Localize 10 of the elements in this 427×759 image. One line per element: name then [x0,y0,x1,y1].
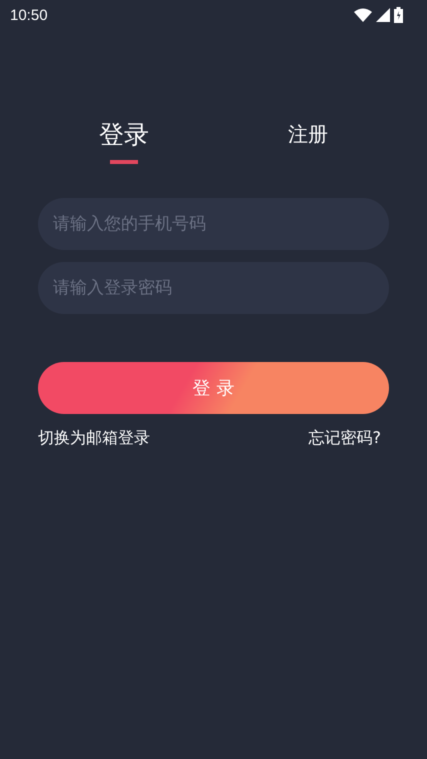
status-time: 10:50 [10,6,48,24]
signal-icon [376,8,390,22]
input-field[interactable]: 请输入您的手机号码 [38,198,389,250]
tab[interactable]: 注册 [216,116,400,168]
battery-icon [394,7,403,23]
input-field[interactable]: 请输入登录密码 [38,262,389,314]
text-link[interactable]: 切换为邮箱登录 [38,428,150,449]
wifi-icon [354,8,372,22]
tab[interactable]: 登录 [32,116,216,168]
text-link[interactable]: 忘记密码? [308,428,381,449]
